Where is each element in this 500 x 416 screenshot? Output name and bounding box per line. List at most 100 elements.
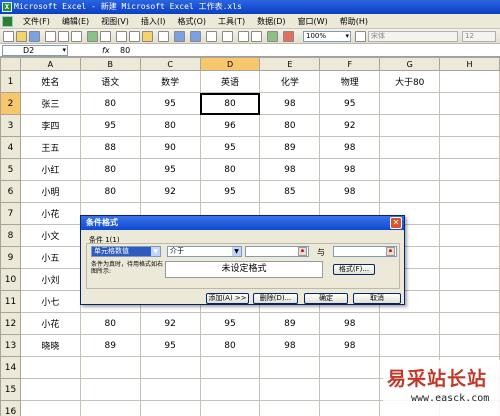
- row-header[interactable]: 12: [0, 312, 21, 335]
- cell[interactable]: 小刘: [19, 268, 81, 291]
- cell[interactable]: 80: [79, 158, 141, 181]
- fx-icon[interactable]: fx: [102, 44, 110, 57]
- cell[interactable]: 小文: [19, 224, 81, 247]
- cell[interactable]: [439, 136, 500, 159]
- cell[interactable]: [439, 180, 500, 203]
- cell[interactable]: [199, 400, 261, 416]
- cell[interactable]: [19, 378, 81, 401]
- column-header[interactable]: F: [319, 57, 381, 71]
- ok-button[interactable]: 确定: [304, 293, 348, 304]
- cell[interactable]: [19, 400, 81, 416]
- value2-input[interactable]: ▪: [333, 246, 397, 257]
- cell[interactable]: 语文: [79, 70, 141, 93]
- cut-icon[interactable]: [116, 31, 127, 42]
- spelling-icon[interactable]: [87, 31, 98, 42]
- row-header[interactable]: 3: [0, 114, 21, 137]
- cell[interactable]: [439, 92, 500, 115]
- cell[interactable]: 98: [319, 158, 381, 181]
- cell[interactable]: [19, 356, 81, 379]
- cell[interactable]: [139, 400, 201, 416]
- cell[interactable]: 95: [79, 114, 141, 137]
- name-box[interactable]: D2: [2, 45, 68, 56]
- value1-input[interactable]: ▪: [245, 246, 309, 257]
- cell[interactable]: [379, 114, 441, 137]
- cell[interactable]: 95: [139, 334, 201, 357]
- cell[interactable]: 物理: [319, 70, 381, 93]
- font-size-select[interactable]: 12: [462, 31, 496, 42]
- cell[interactable]: [319, 378, 381, 401]
- chart-wizard-icon[interactable]: [267, 31, 278, 42]
- menu-edit[interactable]: 编辑(E): [56, 14, 95, 29]
- cell[interactable]: 90: [139, 136, 201, 159]
- column-header[interactable]: B: [79, 57, 141, 71]
- cell[interactable]: 98: [319, 180, 381, 203]
- cell[interactable]: 李四: [19, 114, 81, 137]
- select-all-corner[interactable]: [0, 57, 21, 71]
- cell[interactable]: [439, 246, 500, 269]
- cell[interactable]: 80: [139, 114, 201, 137]
- cell[interactable]: [199, 378, 261, 401]
- cell[interactable]: 95: [139, 158, 201, 181]
- cell[interactable]: 小花: [19, 202, 81, 225]
- cell[interactable]: [319, 356, 381, 379]
- close-icon[interactable]: ✕: [390, 217, 402, 229]
- cell[interactable]: [439, 70, 500, 93]
- zoom-select[interactable]: 100%: [303, 31, 351, 42]
- row-header[interactable]: 11: [0, 290, 21, 313]
- row-header[interactable]: 16: [0, 400, 21, 416]
- cell[interactable]: 98: [259, 334, 321, 357]
- undo-icon[interactable]: [174, 31, 185, 42]
- cell[interactable]: 小五: [19, 246, 81, 269]
- cell[interactable]: 89: [259, 312, 321, 335]
- cell[interactable]: [439, 224, 500, 247]
- cell[interactable]: [379, 312, 441, 335]
- cell[interactable]: [319, 400, 381, 416]
- cell[interactable]: 89: [259, 136, 321, 159]
- row-header[interactable]: 10: [0, 268, 21, 291]
- row-header[interactable]: 7: [0, 202, 21, 225]
- format-button[interactable]: 格式(F)...: [333, 264, 375, 275]
- cancel-button[interactable]: 取消: [353, 293, 401, 304]
- print-icon[interactable]: [58, 31, 69, 42]
- research-icon[interactable]: [100, 31, 111, 42]
- cell[interactable]: [439, 158, 500, 181]
- cell[interactable]: 80: [199, 334, 261, 357]
- copy-icon[interactable]: [129, 31, 140, 42]
- menu-data[interactable]: 数据(D): [251, 14, 291, 29]
- cell[interactable]: 85: [259, 180, 321, 203]
- cell[interactable]: 小七: [19, 290, 81, 313]
- paste-icon[interactable]: [142, 31, 153, 42]
- menu-tools[interactable]: 工具(T): [212, 14, 251, 29]
- cell[interactable]: [379, 92, 441, 115]
- chevron-down-icon[interactable]: ▼: [151, 247, 160, 256]
- format-painter-icon[interactable]: [158, 31, 169, 42]
- font-select[interactable]: 宋体: [368, 31, 458, 42]
- cell[interactable]: 88: [79, 136, 141, 159]
- cell[interactable]: 化学: [259, 70, 321, 93]
- cell[interactable]: 98: [259, 158, 321, 181]
- row-header[interactable]: 6: [0, 180, 21, 203]
- collapse-dialog-icon[interactable]: ▪: [386, 247, 395, 256]
- cell[interactable]: 92: [139, 312, 201, 335]
- cell[interactable]: 89: [79, 334, 141, 357]
- column-header[interactable]: D: [199, 57, 261, 71]
- cell[interactable]: [379, 158, 441, 181]
- cell[interactable]: [379, 334, 441, 357]
- menu-help[interactable]: 帮助(H): [334, 14, 374, 29]
- menu-file[interactable]: 文件(F): [17, 14, 56, 29]
- column-header[interactable]: H: [439, 57, 500, 71]
- cell[interactable]: [199, 356, 261, 379]
- cell[interactable]: [439, 268, 500, 291]
- cell[interactable]: 80: [259, 114, 321, 137]
- cell[interactable]: 95: [139, 92, 201, 115]
- collapse-dialog-icon[interactable]: ▪: [298, 247, 307, 256]
- help-icon[interactable]: [355, 31, 366, 42]
- cell[interactable]: [439, 114, 500, 137]
- sort-ascending-icon[interactable]: [238, 31, 249, 42]
- cell[interactable]: [439, 202, 500, 225]
- drawing-icon[interactable]: [283, 31, 294, 42]
- menu-format[interactable]: 格式(O): [171, 14, 212, 29]
- cell[interactable]: 80: [79, 180, 141, 203]
- cell[interactable]: 晓晓: [19, 334, 81, 357]
- cell[interactable]: [259, 356, 321, 379]
